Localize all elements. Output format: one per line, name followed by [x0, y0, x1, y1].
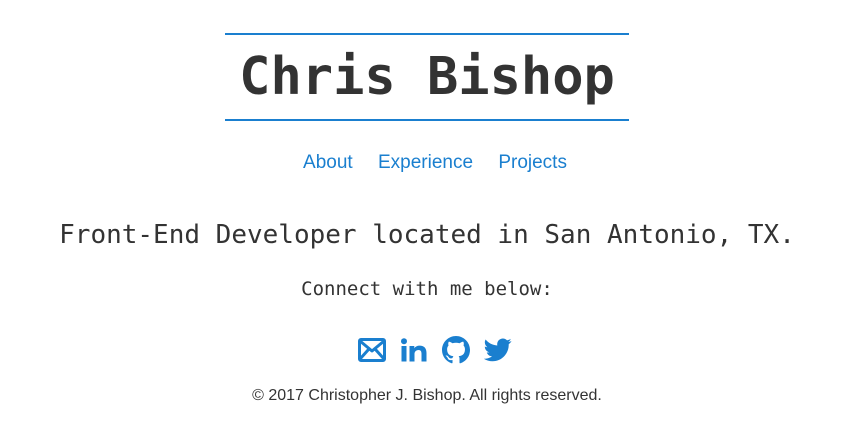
site-header: Chris Bishop: [225, 33, 629, 121]
twitter-icon: [484, 338, 512, 362]
linkedin-icon: [401, 338, 427, 362]
github-link[interactable]: [441, 335, 471, 365]
site-title: Chris Bishop: [239, 47, 615, 107]
email-link[interactable]: [357, 335, 387, 365]
tagline: Front-End Developer located in San Anton…: [59, 220, 795, 250]
main-nav: About Experience Projects: [0, 150, 850, 176]
nav-link-about[interactable]: About: [303, 152, 353, 173]
twitter-link[interactable]: [483, 335, 513, 365]
nav-link-experience[interactable]: Experience: [378, 152, 473, 173]
github-icon: [442, 336, 470, 364]
social-links: [0, 335, 850, 365]
nav-link-projects[interactable]: Projects: [498, 152, 567, 173]
linkedin-link[interactable]: [399, 335, 429, 365]
email-icon: [358, 338, 386, 362]
footer-copyright: © 2017 Christopher J. Bishop. All rights…: [252, 387, 602, 404]
connect-text: Connect with me below:: [301, 278, 553, 300]
